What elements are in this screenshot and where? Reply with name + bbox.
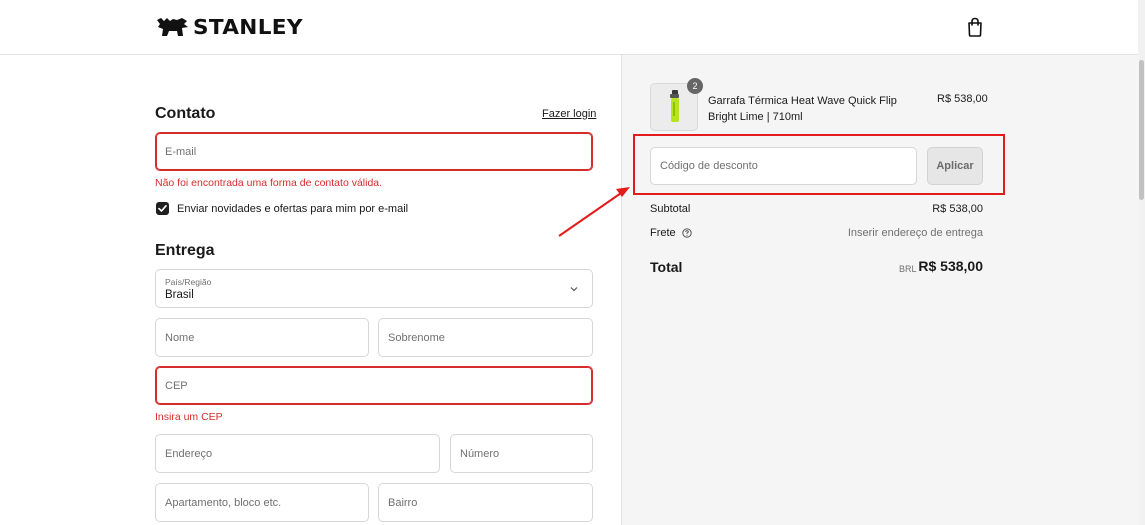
cep-field[interactable]: CEP [155,366,593,405]
quantity-badge: 2 [687,78,703,94]
product-name: Garrafa Térmica Heat Wave Quick Flip Bri… [708,95,897,123]
last-name-placeholder: Sobrenome [388,331,445,344]
contact-title: Contato [155,105,216,122]
neighborhood-field[interactable]: Bairro [378,483,593,522]
currency-code: BRL [899,264,917,274]
neighborhood-placeholder: Bairro [388,496,418,509]
number-field[interactable]: Número [450,434,593,473]
bear-logo-icon [157,18,188,36]
subtotal-value: R$ 538,00 [932,203,983,215]
newsletter-checkbox[interactable] [156,202,169,215]
country-value: Brasil [165,289,194,301]
country-select[interactable]: País/Região Brasil [155,269,593,308]
order-summary-panel [621,55,1139,525]
apartment-placeholder: Apartamento, bloco etc. [165,496,282,509]
chevron-down-icon [570,287,578,292]
login-link[interactable]: Fazer login [542,108,596,120]
email-placeholder: E-mail [165,145,197,158]
cep-error: Insira um CEP [155,411,223,423]
address-field[interactable]: Endereço [155,434,440,473]
total-value: R$ 538,00 [918,258,983,274]
scrollbar-thumb[interactable] [1139,60,1144,200]
subtotal-row: Subtotal R$ 538,00 [650,203,983,215]
shopping-bag-icon[interactable] [965,16,985,38]
page-scrollbar[interactable] [1138,0,1145,525]
total-label: Total [650,259,683,275]
checkmark-icon [158,205,167,212]
shipping-label: Frete [650,227,676,239]
newsletter-label: Enviar novidades e ofertas para mim por … [177,203,409,215]
brand-name: STANLEY [193,15,303,39]
email-error: Não foi encontrada uma forma de contato … [155,177,383,189]
subtotal-label: Subtotal [650,203,691,215]
address-placeholder: Endereço [165,447,213,460]
stanley-logo[interactable]: STANLEY [155,14,303,40]
country-label: País/Região [165,277,212,287]
first-name-placeholder: Nome [165,331,195,344]
email-field[interactable]: E-mail [155,132,593,171]
number-placeholder: Número [460,447,500,460]
shipping-row: Frete Inserir endereço de entrega [650,227,983,239]
product-price: R$ 538,00 [937,93,988,105]
cep-placeholder: CEP [165,379,188,392]
apartment-field[interactable]: Apartamento, bloco etc. [155,483,369,522]
help-circle-icon[interactable] [682,228,692,238]
delivery-title: Entrega [155,242,215,259]
discount-highlight-box [633,134,1005,195]
last-name-field[interactable]: Sobrenome [378,318,593,357]
first-name-field[interactable]: Nome [155,318,369,357]
header: STANLEY [0,0,1140,55]
shipping-value: Inserir endereço de entrega [847,227,983,239]
